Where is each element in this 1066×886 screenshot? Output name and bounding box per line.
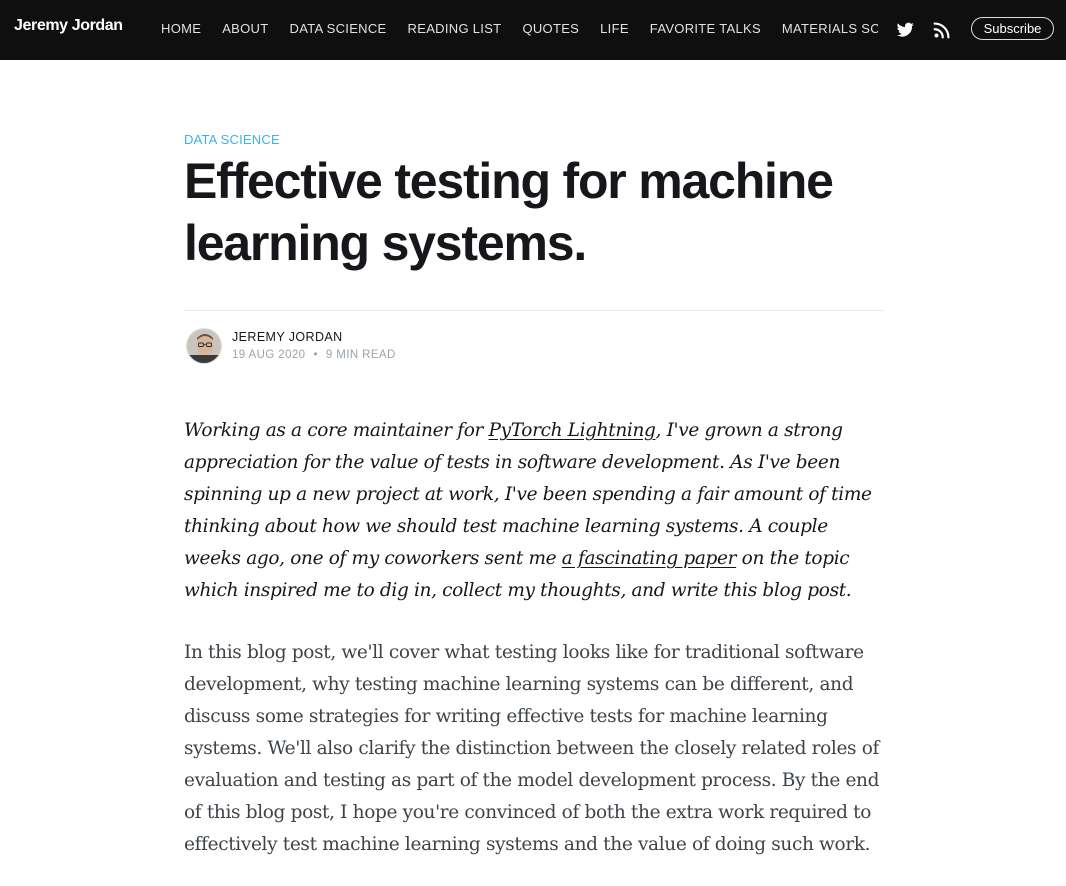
separator-dot: • — [313, 349, 318, 361]
post-content: Working as a core maintainer for PyTorch… — [184, 415, 886, 886]
avatar[interactable] — [186, 328, 222, 364]
intro-text-1: Working as a core maintainer for — [184, 420, 489, 441]
header-divider — [184, 310, 884, 311]
site-navigation: Jeremy Jordan HOME ABOUT DATA SCIENCE READI… — [0, 0, 1066, 60]
author-name[interactable]: JEREMY JORDAN — [232, 330, 343, 345]
nav-item-materials-science[interactable]: MATERIALS SCIENCE — [782, 20, 878, 38]
fascinating-paper-link[interactable]: a fascinating paper — [562, 548, 737, 569]
intro-text-2: , I've grown a strong appreciation for t… — [184, 420, 872, 569]
intro-paragraph: Working as a core maintainer for PyTorch… — [184, 415, 886, 607]
reading-time: 9 MIN READ — [325, 349, 396, 361]
nav-item-quotes[interactable]: QUOTES — [522, 20, 579, 38]
nav-item-reading-list[interactable]: READING LIST — [408, 20, 502, 38]
pytorch-lightning-link[interactable]: PyTorch Lightning — [489, 420, 656, 441]
nav-item-data-science[interactable]: DATA SCIENCE — [290, 20, 387, 38]
rss-icon[interactable] — [931, 19, 953, 41]
nav-item-favorite-talks[interactable]: FAVORITE TALKS — [650, 20, 761, 38]
nav-item-life[interactable]: LIFE — [600, 20, 629, 38]
twitter-icon[interactable] — [894, 19, 916, 41]
post-tag[interactable]: DATA SCIENCE — [184, 132, 280, 148]
site-logo[interactable]: Jeremy Jordan — [14, 17, 123, 35]
nav-item-home[interactable]: HOME — [161, 20, 201, 38]
nav-menu: HOME ABOUT DATA SCIENCE READING LIST QUOTES L… — [161, 20, 878, 40]
post-title: Effective testing for machine learning s… — [184, 153, 834, 271]
subscribe-button[interactable]: Subscribe — [971, 17, 1054, 40]
body-paragraph: In this blog post, we'll cover what test… — [184, 642, 880, 855]
byline-meta: 19 AUG 2020 • 9 MIN READ — [232, 348, 396, 363]
post-date: 19 AUG 2020 — [232, 349, 306, 361]
nav-item-about[interactable]: ABOUT — [222, 20, 268, 38]
